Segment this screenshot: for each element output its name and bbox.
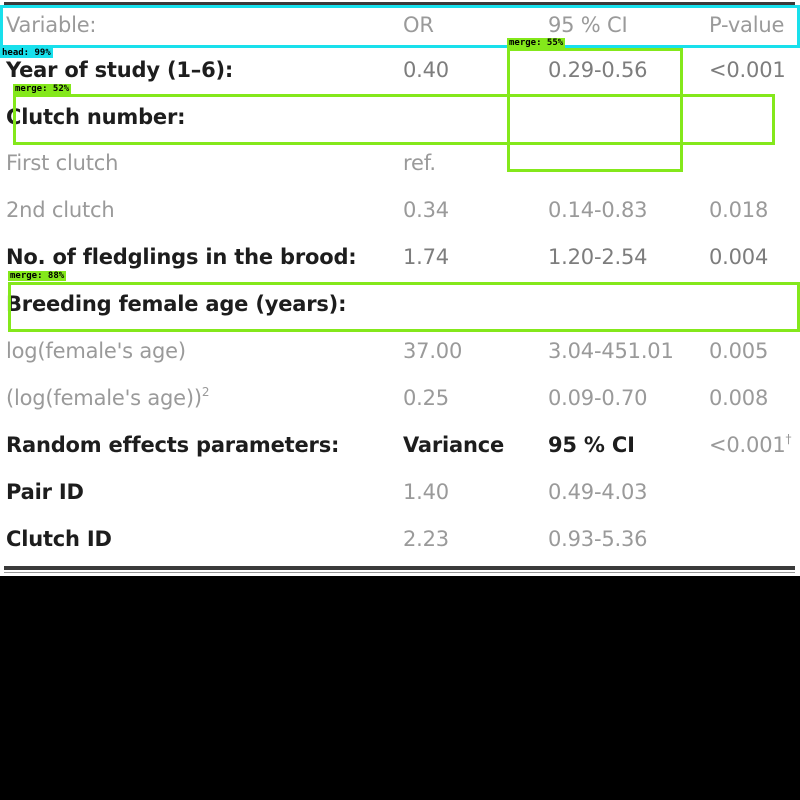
row-pvalue: 0.004: [709, 245, 769, 269]
row-or: 1.40: [403, 480, 449, 504]
row-or: ref.: [403, 151, 436, 175]
detection-box-head: [0, 5, 800, 48]
detection-label-merge: merge: 55%: [507, 38, 566, 48]
row-pvalue: 0.008: [709, 386, 769, 410]
row-or: 37.00: [403, 339, 463, 363]
row-or: 0.34: [403, 198, 449, 222]
row-label: Clutch ID: [6, 527, 112, 551]
row-label: No. of fledglings in the brood:: [6, 245, 357, 269]
row-pvalue: <0.001: [709, 58, 786, 82]
row-ci: 0.49-4.03: [548, 480, 648, 504]
row-or: 2.23: [403, 527, 449, 551]
table-bottom-rule-thin: [4, 572, 795, 573]
row-ci: 0.14-0.83: [548, 198, 648, 222]
row-or: 0.40: [403, 58, 449, 82]
row-or: Variance: [403, 433, 505, 457]
detection-label-merge: merge: 52%: [13, 84, 72, 94]
row-label-text: (log(female's age)): [6, 386, 202, 410]
row-or: 0.25: [403, 386, 449, 410]
detection-box-merge: [13, 94, 775, 145]
row-label: First clutch: [6, 151, 119, 175]
row-pvalue: 0.005: [709, 339, 769, 363]
row-label: Random effects parameters:: [6, 433, 340, 457]
row-pvalue-text: <0.001: [709, 433, 786, 457]
row-pvalue: 0.018: [709, 198, 769, 222]
row-ci: 95 % CI: [548, 433, 635, 457]
row-pvalue-dagger: †: [785, 432, 792, 446]
row-or: 1.74: [403, 245, 449, 269]
detection-box-merge: [8, 282, 800, 332]
row-label: (log(female's age))2: [6, 385, 210, 411]
row-label: Pair ID: [6, 480, 84, 504]
row-ci: 3.04-451.01: [548, 339, 674, 363]
table-bottom-rule: [4, 566, 795, 570]
screenshot-canvas: Variable: OR 95 % CI P-value Year of stu…: [0, 0, 800, 800]
row-label: log(female's age): [6, 339, 186, 363]
row-ci: 0.93-5.36: [548, 527, 648, 551]
row-ci: 0.09-0.70: [548, 386, 648, 410]
row-ci: 1.20-2.54: [548, 245, 648, 269]
row-label: 2nd clutch: [6, 198, 115, 222]
row-label: Year of study (1–6):: [6, 58, 234, 82]
detection-label-head: head: 99%: [0, 48, 53, 58]
detection-label-merge: merge: 88%: [8, 271, 67, 281]
row-pvalue: <0.001†: [709, 432, 792, 458]
row-label-superscript: 2: [201, 385, 210, 399]
